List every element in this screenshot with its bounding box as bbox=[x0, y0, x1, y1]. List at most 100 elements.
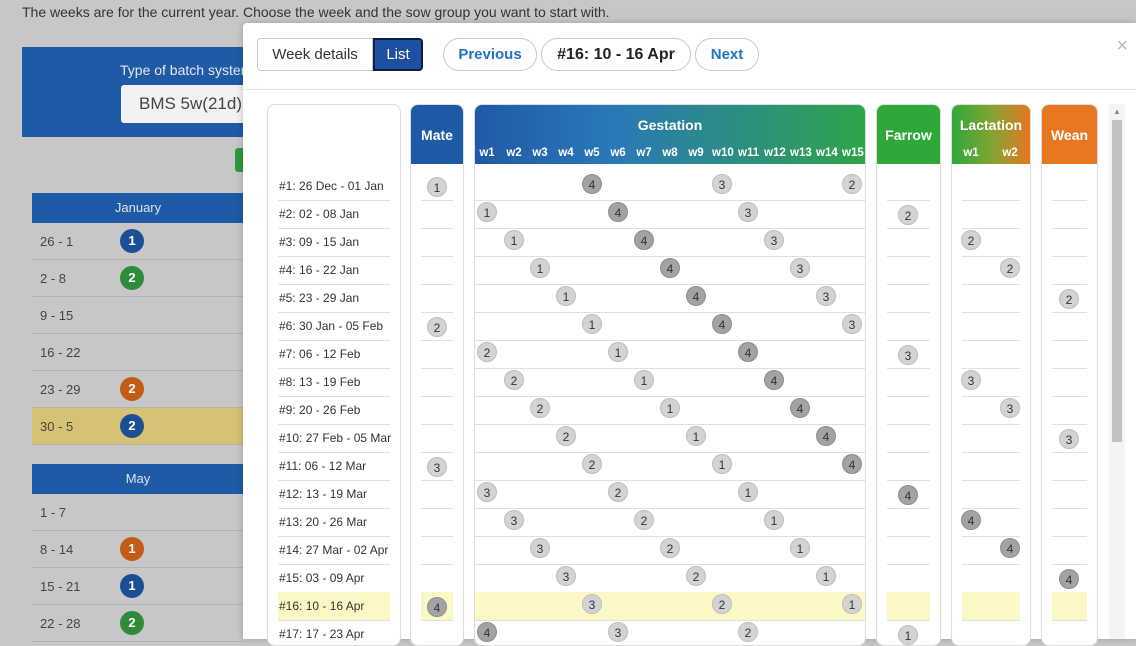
calendar-week-row[interactable]: 2 - 8 2 bbox=[32, 260, 244, 297]
sow-group-bubble[interactable]: 2 bbox=[556, 426, 576, 446]
sow-group-bubble[interactable]: 3 bbox=[961, 370, 981, 390]
sow-group-bubble[interactable]: 4 bbox=[582, 174, 602, 194]
sow-group-bubble[interactable]: 2 bbox=[712, 594, 732, 614]
sow-group-badge[interactable]: 1 bbox=[120, 229, 144, 253]
sow-group-badge[interactable]: 2 bbox=[120, 611, 144, 635]
sow-group-bubble[interactable]: 4 bbox=[1059, 569, 1079, 589]
sow-group-bubble[interactable]: 4 bbox=[660, 258, 680, 278]
sow-group-bubble[interactable]: 4 bbox=[764, 370, 784, 390]
sow-group-bubble[interactable]: 1 bbox=[816, 566, 836, 586]
sow-group-bubble[interactable]: 2 bbox=[1000, 258, 1020, 278]
sow-group-bubble[interactable]: 4 bbox=[790, 398, 810, 418]
sow-group-badge[interactable]: 1 bbox=[120, 574, 144, 598]
sow-group-bubble[interactable]: 3 bbox=[898, 345, 918, 365]
sow-group-bubble[interactable]: 3 bbox=[1059, 429, 1079, 449]
sow-group-bubble[interactable]: 1 bbox=[686, 426, 706, 446]
sow-group-badge[interactable]: 1 bbox=[120, 537, 144, 561]
calendar-week-row[interactable]: 26 - 1 1 bbox=[32, 223, 244, 260]
sow-group-bubble[interactable]: 1 bbox=[712, 454, 732, 474]
sow-group-bubble[interactable]: 3 bbox=[816, 286, 836, 306]
week-row-label[interactable]: #3: 09 - 15 Jan bbox=[279, 235, 359, 249]
calendar-week-row[interactable]: 15 - 21 1 bbox=[32, 568, 244, 605]
tab-week-details[interactable]: Week details bbox=[257, 38, 373, 71]
week-row-label[interactable]: #5: 23 - 29 Jan bbox=[279, 291, 359, 305]
sow-group-bubble[interactable]: 1 bbox=[898, 625, 918, 645]
sow-group-bubble[interactable]: 4 bbox=[816, 426, 836, 446]
sow-group-bubble[interactable]: 1 bbox=[504, 230, 524, 250]
week-row-label[interactable]: #9: 20 - 26 Feb bbox=[279, 403, 360, 417]
sow-group-bubble[interactable]: 4 bbox=[477, 622, 497, 642]
sow-group-bubble[interactable]: 1 bbox=[582, 314, 602, 334]
sow-group-bubble[interactable]: 2 bbox=[660, 538, 680, 558]
sow-group-bubble[interactable]: 3 bbox=[582, 594, 602, 614]
sow-group-bubble[interactable]: 4 bbox=[634, 230, 654, 250]
sow-group-bubble[interactable]: 3 bbox=[477, 482, 497, 502]
sow-group-bubble[interactable]: 3 bbox=[608, 622, 628, 642]
calendar-week-row[interactable]: 16 - 22 bbox=[32, 334, 244, 371]
sow-group-bubble[interactable]: 2 bbox=[608, 482, 628, 502]
next-button[interactable]: Next bbox=[695, 38, 759, 71]
sow-group-bubble[interactable]: 2 bbox=[427, 317, 447, 337]
sow-group-bubble[interactable]: 3 bbox=[842, 314, 862, 334]
sow-group-bubble[interactable]: 4 bbox=[712, 314, 732, 334]
sow-group-bubble[interactable]: 3 bbox=[738, 202, 758, 222]
sow-group-bubble[interactable]: 1 bbox=[556, 286, 576, 306]
sow-group-bubble[interactable]: 1 bbox=[634, 370, 654, 390]
sow-group-bubble[interactable]: 4 bbox=[898, 485, 918, 505]
sow-group-badge[interactable]: 2 bbox=[120, 414, 144, 438]
sow-group-bubble[interactable]: 2 bbox=[634, 510, 654, 530]
calendar-week-row[interactable]: 30 - 5 2 bbox=[32, 408, 244, 445]
sow-group-bubble[interactable]: 1 bbox=[477, 202, 497, 222]
calendar-week-row[interactable]: 1 - 7 bbox=[32, 494, 244, 531]
week-row-label[interactable]: #7: 06 - 12 Feb bbox=[279, 347, 360, 361]
sow-group-bubble[interactable]: 4 bbox=[608, 202, 628, 222]
close-icon[interactable]: × bbox=[1116, 35, 1128, 58]
week-row-label[interactable]: #16: 10 - 16 Apr bbox=[279, 599, 364, 613]
sow-group-bubble[interactable]: 4 bbox=[686, 286, 706, 306]
sow-group-bubble[interactable]: 4 bbox=[738, 342, 758, 362]
sow-group-bubble[interactable]: 2 bbox=[961, 230, 981, 250]
sow-group-badge[interactable]: 2 bbox=[120, 377, 144, 401]
sow-group-bubble[interactable]: 2 bbox=[842, 174, 862, 194]
sow-group-bubble[interactable]: 3 bbox=[504, 510, 524, 530]
week-row-label[interactable]: #8: 13 - 19 Feb bbox=[279, 375, 360, 389]
sow-group-bubble[interactable]: 1 bbox=[608, 342, 628, 362]
sow-group-bubble[interactable]: 4 bbox=[1000, 538, 1020, 558]
sow-group-bubble[interactable]: 1 bbox=[530, 258, 550, 278]
sow-group-bubble[interactable]: 2 bbox=[1059, 289, 1079, 309]
week-row-label[interactable]: #14: 27 Mar - 02 Apr bbox=[279, 543, 388, 557]
sow-group-bubble[interactable]: 3 bbox=[764, 230, 784, 250]
sow-group-bubble[interactable]: 2 bbox=[898, 205, 918, 225]
scrollbar[interactable]: ▲ bbox=[1109, 104, 1125, 639]
sow-group-bubble[interactable]: 1 bbox=[660, 398, 680, 418]
batch-type-select[interactable]: BMS 5w(21d) bbox=[121, 85, 245, 123]
sow-group-bubble[interactable]: 1 bbox=[790, 538, 810, 558]
sow-group-bubble[interactable]: 2 bbox=[738, 622, 758, 642]
week-row-label[interactable]: #10: 27 Feb - 05 Mar bbox=[279, 431, 391, 445]
week-row-label[interactable]: #2: 02 - 08 Jan bbox=[279, 207, 359, 221]
calendar-week-row[interactable]: 9 - 15 bbox=[32, 297, 244, 334]
sow-group-bubble[interactable]: 4 bbox=[427, 597, 447, 617]
sow-group-bubble[interactable]: 1 bbox=[427, 177, 447, 197]
sow-group-bubble[interactable]: 3 bbox=[556, 566, 576, 586]
sow-group-bubble[interactable]: 2 bbox=[686, 566, 706, 586]
scrollbar-thumb[interactable] bbox=[1112, 120, 1122, 442]
sow-group-bubble[interactable]: 4 bbox=[961, 510, 981, 530]
week-row-label[interactable]: #15: 03 - 09 Apr bbox=[279, 571, 364, 585]
sow-group-bubble[interactable]: 3 bbox=[712, 174, 732, 194]
week-row-label[interactable]: #4: 16 - 22 Jan bbox=[279, 263, 359, 277]
sow-group-badge[interactable]: 2 bbox=[120, 266, 144, 290]
sow-group-bubble[interactable]: 3 bbox=[530, 538, 550, 558]
calendar-week-row[interactable]: 8 - 14 1 bbox=[32, 531, 244, 568]
sow-group-bubble[interactable]: 4 bbox=[842, 454, 862, 474]
sow-group-bubble[interactable]: 3 bbox=[790, 258, 810, 278]
tab-list[interactable]: List bbox=[373, 38, 423, 71]
sow-group-bubble[interactable]: 3 bbox=[427, 457, 447, 477]
sow-group-bubble[interactable]: 2 bbox=[504, 370, 524, 390]
sow-group-bubble[interactable]: 2 bbox=[530, 398, 550, 418]
previous-button[interactable]: Previous bbox=[443, 38, 537, 71]
sow-group-bubble[interactable]: 1 bbox=[738, 482, 758, 502]
sow-group-bubble[interactable]: 2 bbox=[477, 342, 497, 362]
calendar-week-row[interactable]: 23 - 29 2 bbox=[32, 371, 244, 408]
week-row-label[interactable]: #6: 30 Jan - 05 Feb bbox=[279, 319, 383, 333]
